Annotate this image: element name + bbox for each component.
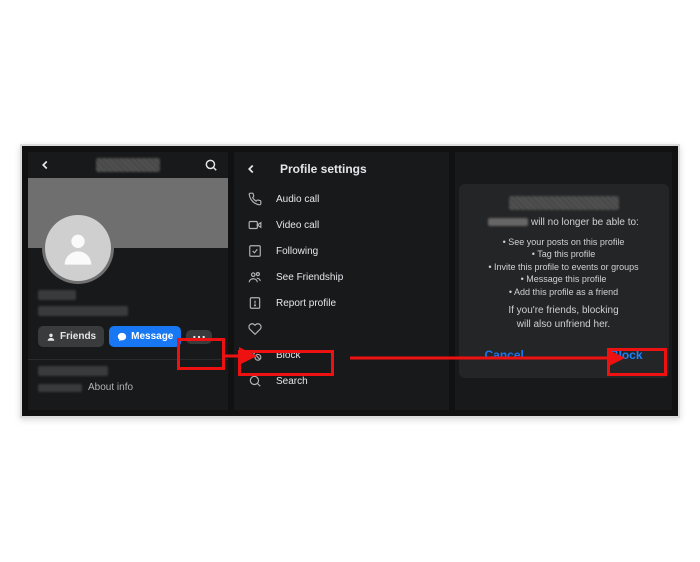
- redacted-text: [38, 366, 108, 376]
- dialog-bullet: • Message this profile: [471, 273, 657, 286]
- profile-name-redacted: [96, 158, 160, 172]
- dialog-bullet: • See your posts on this profile: [471, 236, 657, 249]
- block-button[interactable]: Block: [596, 344, 657, 366]
- search-icon[interactable]: [204, 158, 218, 172]
- dialog-bullet: • Add this profile as a friend: [471, 286, 657, 299]
- phone-icon: [246, 192, 264, 206]
- block-icon: [246, 348, 264, 362]
- message-button[interactable]: Message: [109, 326, 181, 347]
- settings-item-label: See Friendship: [276, 272, 343, 283]
- cover-photo: [28, 178, 228, 248]
- people-icon: [246, 270, 264, 284]
- settings-item-search[interactable]: Search: [234, 368, 449, 394]
- dialog-subtitle: will no longer be able to:: [471, 216, 657, 230]
- report-icon: [246, 296, 264, 310]
- profile-panel: Friends Message About info: [28, 152, 228, 410]
- dialog-title-redacted: [509, 196, 619, 210]
- settings-item-label: Search: [276, 376, 308, 387]
- redacted-text: [38, 306, 128, 316]
- dialog-bullet: • Tag this profile: [471, 248, 657, 261]
- settings-item-label: Report profile: [276, 298, 336, 309]
- back-icon[interactable]: [244, 162, 258, 176]
- more-button[interactable]: [186, 330, 212, 344]
- settings-item-video-call[interactable]: Video call: [234, 212, 449, 238]
- avatar: [42, 212, 114, 284]
- about-row: About info: [38, 382, 218, 393]
- settings-item-see-friendship[interactable]: See Friendship: [234, 264, 449, 290]
- profile-settings-panel: Profile settings Audio call Video call Fol…: [234, 152, 449, 410]
- dialog-footer: If you're friends, blocking will also un…: [471, 304, 657, 332]
- settings-item-[interactable]: [234, 316, 449, 342]
- dialog-bullet: • Invite this profile to events or group…: [471, 261, 657, 274]
- friends-button[interactable]: Friends: [38, 326, 104, 347]
- settings-item-block[interactable]: Block: [234, 342, 449, 368]
- settings-item-label: Block: [276, 350, 300, 361]
- dialog-bullet-list: • See your posts on this profile• Tag th…: [471, 236, 657, 299]
- settings-item-report-profile[interactable]: Report profile: [234, 290, 449, 316]
- video-icon: [246, 218, 264, 232]
- about-label: About info: [88, 382, 133, 393]
- settings-item-audio-call[interactable]: Audio call: [234, 186, 449, 212]
- settings-item-label: Video call: [276, 220, 319, 231]
- friends-button-label: Friends: [60, 331, 96, 342]
- settings-item-label: Audio call: [276, 194, 319, 205]
- redacted-text: [38, 290, 76, 300]
- cancel-button[interactable]: Cancel: [471, 344, 538, 366]
- block-dialog-panel: will no longer be able to: • See your po…: [455, 152, 672, 410]
- redacted-name: [488, 218, 528, 226]
- settings-item-label: Following: [276, 246, 318, 257]
- settings-title: Profile settings: [280, 162, 367, 176]
- heart-icon: [246, 322, 264, 336]
- tutorial-composite: Friends Message About info: [20, 144, 680, 418]
- check-square-icon: [246, 244, 264, 258]
- block-dialog: will no longer be able to: • See your po…: [459, 184, 669, 379]
- redacted-text: [38, 384, 82, 392]
- back-icon[interactable]: [38, 158, 52, 172]
- message-button-label: Message: [131, 331, 173, 342]
- settings-item-following[interactable]: Following: [234, 238, 449, 264]
- search-icon: [246, 374, 264, 388]
